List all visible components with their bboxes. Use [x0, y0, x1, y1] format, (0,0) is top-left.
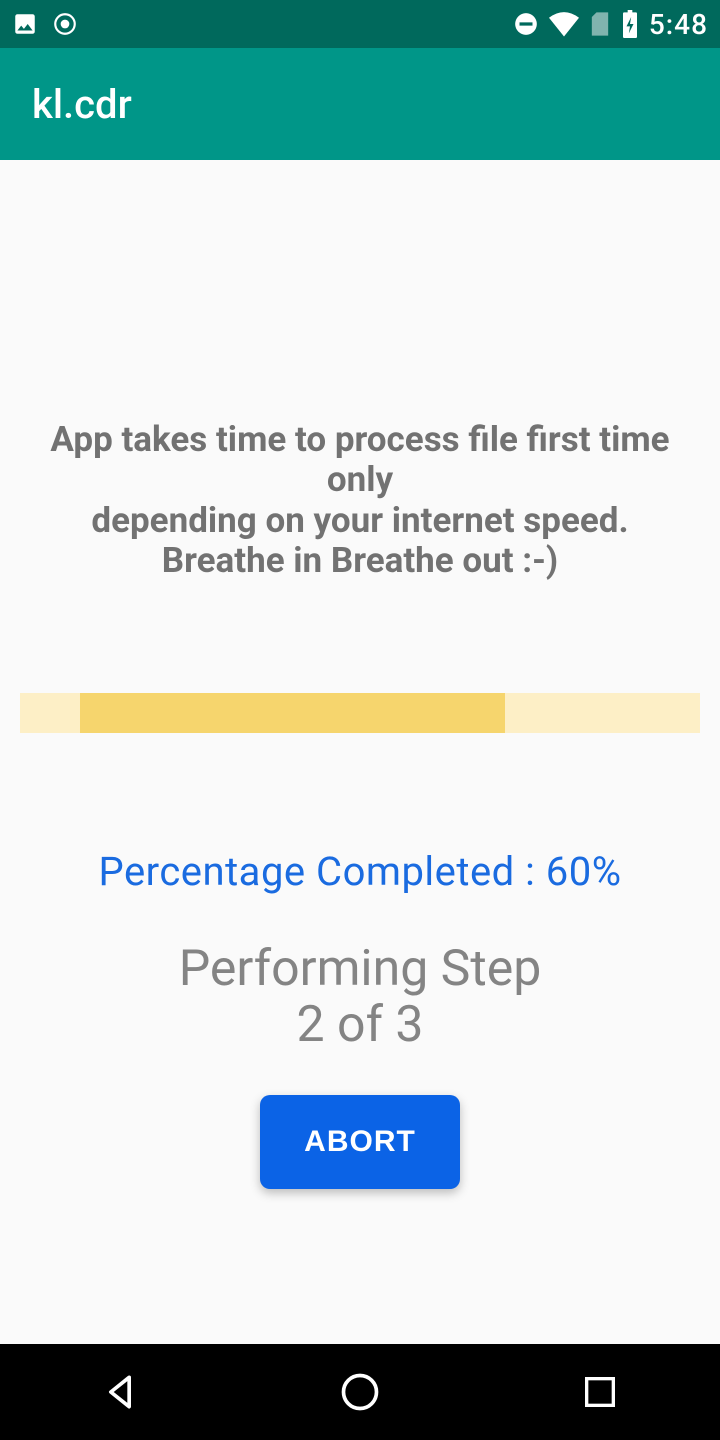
dnd-icon: [513, 11, 539, 37]
main-content: App takes time to process file first tim…: [0, 160, 720, 1344]
info-line-1: App takes time to process file first tim…: [20, 420, 700, 501]
status-bar: 5:48: [0, 0, 720, 48]
progress-fill: [80, 693, 505, 733]
back-icon: [98, 1370, 142, 1414]
status-time: 5:48: [649, 8, 708, 41]
circle-icon: [52, 11, 78, 37]
info-line-3: Breathe in Breathe out :-): [20, 541, 700, 581]
progress-bar: [20, 693, 700, 733]
status-right-icons: 5:48: [513, 8, 708, 41]
nav-back-button[interactable]: [90, 1362, 150, 1422]
percentage-completed-label: Percentage Completed : 60%: [20, 848, 700, 895]
app-bar: kl.cdr: [0, 48, 720, 160]
navigation-bar: [0, 1344, 720, 1440]
recent-icon: [580, 1372, 620, 1412]
wifi-icon: [549, 11, 579, 37]
status-left-icons: [12, 11, 78, 37]
abort-button[interactable]: ABORT: [260, 1095, 460, 1189]
step-text: Performing Step 2 of 3: [20, 941, 700, 1053]
battery-charging-icon: [621, 10, 639, 38]
step-line-1: Performing Step: [20, 941, 700, 997]
info-text: App takes time to process file first tim…: [20, 420, 700, 581]
no-sim-icon: [589, 10, 611, 38]
photo-icon: [12, 11, 38, 37]
app-title: kl.cdr: [32, 81, 132, 128]
step-line-2: 2 of 3: [20, 997, 700, 1053]
nav-recent-button[interactable]: [570, 1362, 630, 1422]
home-icon: [338, 1370, 382, 1414]
abort-button-container: ABORT: [20, 1095, 700, 1189]
nav-home-button[interactable]: [330, 1362, 390, 1422]
info-line-2: depending on your internet speed.: [20, 501, 700, 541]
